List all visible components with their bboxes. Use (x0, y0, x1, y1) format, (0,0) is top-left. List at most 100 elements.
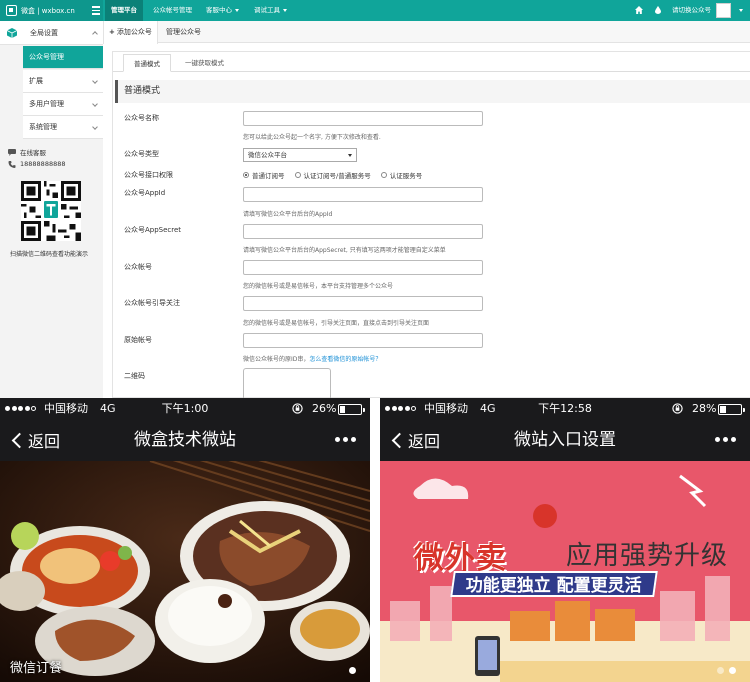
section-title: 普通模式 (115, 80, 750, 103)
battery-percent: 26% (312, 402, 337, 415)
contact-info: 在线客服 18888888888 (8, 146, 103, 170)
more-icon[interactable] (332, 437, 356, 442)
sidebar-item-account-manage[interactable]: 公众号管理 (23, 46, 103, 69)
nav-manage-platform[interactable]: 管理平台 (105, 0, 143, 21)
follow-help: 您的微信帐号或是易信帐号，引导关注页面，直接点击到引导关注页面 (243, 320, 430, 327)
switch-account-link[interactable]: 请切换公众号 (672, 0, 711, 21)
appid-input[interactable] (243, 187, 483, 202)
battery-icon (338, 404, 365, 415)
sidebar-root-label: 全局设置 (30, 29, 58, 37)
rotation-lock-icon (672, 403, 683, 414)
appid-help: 请填写微信公众平台后台的AppId (243, 211, 333, 218)
phone-number: 18888888888 (20, 160, 66, 168)
nav-customer-service[interactable]: 客服中心 (200, 0, 245, 21)
top-navbar: 微盒 | wxbox.cn 管理平台 公众帐号管理 客服中心 调试工具 请切换公… (0, 0, 750, 21)
qrcode-label: 二维码 (124, 372, 145, 380)
promo-headline: 应用强势升级 (566, 541, 729, 571)
phone-gap (370, 398, 380, 682)
secret-input[interactable] (243, 224, 483, 239)
tab-one-click-mode[interactable]: 一键获取模式 (175, 54, 234, 72)
account-label: 公众帐号 (124, 263, 152, 271)
status-bar: 中国移动 4G 下午12:58 28% (380, 398, 750, 420)
access-option-verified-service[interactable]: 认证服务号 (380, 170, 422, 180)
chevron-up-icon (92, 31, 98, 37)
food-banner[interactable]: 微信订餐 (0, 461, 370, 682)
food-photo (0, 461, 370, 682)
nav-bar: 返回 微站入口设置 (380, 420, 750, 460)
plus-icon: + (109, 28, 115, 36)
name-input[interactable] (243, 111, 483, 126)
phone-icon (8, 160, 16, 168)
form-panel: 普通模式 一键获取模式 普通模式 公众号名称 您可以给此公众号起一个名字, 方便… (112, 51, 750, 398)
chevron-down-icon[interactable] (739, 9, 743, 12)
cube-logo-icon (6, 5, 17, 16)
status-bar: 中国移动 4G 下午1:00 26% (0, 398, 370, 420)
type-select[interactable]: 微信公众平台 (243, 148, 357, 162)
nav-account-manage[interactable]: 公众帐号管理 (147, 0, 198, 21)
nav-bar: 返回 微盒技术微站 (0, 420, 370, 460)
account-input[interactable] (243, 260, 483, 275)
brand-name: 微盒 | wxbox.cn (21, 6, 75, 15)
battery-icon (718, 404, 745, 415)
phone-row: 18888888888 (8, 158, 103, 170)
admin-window: 微盒 | wxbox.cn 管理平台 公众帐号管理 客服中心 调试工具 请切换公… (0, 0, 750, 398)
manage-accounts-button[interactable]: 管理公众号 (166, 21, 201, 43)
chevron-down-icon (235, 8, 239, 12)
tab-normal-mode[interactable]: 普通模式 (123, 54, 171, 72)
carousel-pager[interactable] (344, 667, 356, 674)
secret-help: 请填写微信公众平台后台的AppSecret, 只有填写这两项才能管理自定义菜单 (243, 247, 446, 254)
chevron-down-icon (92, 124, 98, 130)
account-help: 您的微信帐号或是易信帐号，本平台支持管理多个公众号 (243, 283, 394, 290)
original-input[interactable] (243, 333, 483, 348)
original-help: 微信公众帐号的原ID串，怎么查看微信的原始帐号？ (243, 356, 382, 363)
menu-toggle-icon[interactable] (92, 6, 100, 15)
access-radio-group: 普通订阅号 认证订阅号/普通服务号 认证服务号 (243, 170, 432, 180)
sidebar-item-extensions[interactable]: 扩展 (23, 70, 103, 93)
avatar[interactable] (716, 3, 731, 18)
radio-selected-icon (243, 172, 249, 178)
access-option-subscription[interactable]: 普通订阅号 (243, 170, 285, 180)
follow-input[interactable] (243, 296, 483, 311)
sidebar-item-system[interactable]: 系统管理 (23, 116, 103, 139)
theme-drop-icon[interactable] (655, 6, 661, 14)
original-help-link[interactable]: 怎么查看微信的原始帐号？ (309, 356, 381, 363)
qr-code-image (21, 181, 81, 241)
chevron-down-icon (283, 8, 287, 12)
appid-label: 公众号AppId (124, 189, 166, 197)
page-title: 微站入口设置 (514, 430, 616, 450)
phone-screen-1: 中国移动 4G 下午1:00 26% 返回 微盒技术微站 微信订餐 (0, 398, 370, 682)
follow-label: 公众帐号引导关注 (124, 299, 180, 307)
home-icon[interactable] (635, 6, 643, 14)
promo-banner[interactable]: 微外卖 应用强势升级 功能更独立 配置更灵活 (380, 461, 750, 682)
more-icon[interactable] (712, 437, 736, 442)
radio-icon (294, 172, 301, 178)
chevron-down-icon (92, 78, 98, 84)
banner-caption: 微信订餐 (10, 661, 63, 676)
mode-tabs: 普通模式 一键获取模式 (113, 52, 750, 72)
radio-icon (380, 172, 387, 178)
access-label: 公众号接口权限 (124, 171, 173, 179)
sidebar: 全局设置 公众号管理 扩展 多用户管理 系统管理 在线客服 1888888888… (0, 21, 103, 398)
toolbar: + 添加公众号 管理公众号 (103, 21, 750, 44)
sidebar-item-multiuser[interactable]: 多用户管理 (23, 93, 103, 116)
brand-logo[interactable]: 微盒 | wxbox.cn (0, 0, 103, 21)
nav-debug-tools[interactable]: 调试工具 (248, 0, 293, 21)
carousel-pager[interactable] (712, 667, 736, 674)
chevron-down-icon (348, 154, 352, 157)
phone-screen-2: 中国移动 4G 下午12:58 28% 返回 微站入口设置 微外卖 应用强势升级… (380, 398, 750, 682)
battery-percent: 28% (692, 402, 717, 415)
page-title: 微盒技术微站 (134, 430, 236, 450)
access-option-verified-subscription[interactable]: 认证订阅号/普通服务号 (294, 170, 371, 180)
secret-label: 公众号AppSecret (124, 226, 182, 234)
add-account-button[interactable]: + 添加公众号 (103, 21, 158, 44)
cube-icon (7, 28, 17, 38)
original-label: 原始帐号 (124, 336, 152, 344)
main-content: + 添加公众号 管理公众号 普通模式 一键获取模式 普通模式 公众号名称 您可以给… (103, 21, 750, 398)
online-support-row[interactable]: 在线客服 (8, 146, 103, 158)
qrcode-upload-box[interactable] (243, 368, 331, 398)
sidebar-root-global-settings[interactable]: 全局设置 (0, 21, 103, 45)
qr-caption: 扫描微信二维码查看功能演示 (10, 251, 89, 258)
online-support-label: 在线客服 (20, 149, 46, 157)
type-label: 公众号类型 (124, 150, 159, 158)
chat-bubble-icon (8, 148, 16, 156)
